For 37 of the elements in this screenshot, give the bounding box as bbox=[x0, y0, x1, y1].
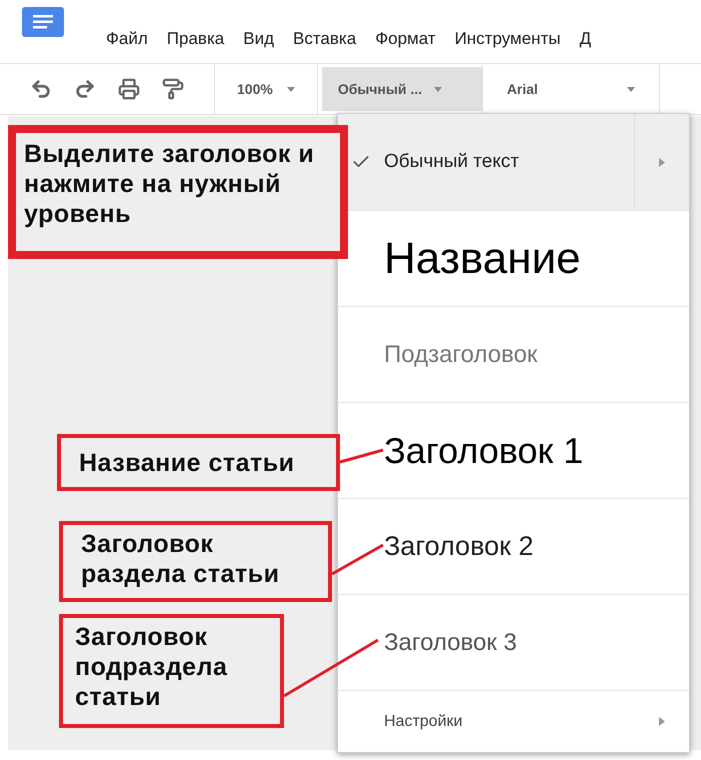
menu-item[interactable]: Инструменты bbox=[454, 26, 561, 51]
paint-format-icon[interactable] bbox=[162, 78, 184, 100]
menu-option[interactable]: Заголовок 2 bbox=[338, 498, 689, 594]
menu-item[interactable]: Д bbox=[580, 26, 592, 51]
menu-option[interactable]: Заголовок 3 bbox=[338, 594, 689, 690]
option-label: Заголовок 1 bbox=[384, 428, 584, 472]
docs-logo-icon[interactable] bbox=[22, 7, 64, 37]
zoom-dropdown[interactable]: 100% bbox=[215, 64, 318, 114]
option-label: Заголовок 2 bbox=[384, 530, 534, 564]
callout-text: Заголовок раздела статьи bbox=[81, 529, 280, 589]
menu-item[interactable]: Файл bbox=[106, 26, 148, 51]
menu-option[interactable]: Обычный текст bbox=[338, 114, 689, 210]
submenu-arrow-icon bbox=[659, 158, 665, 166]
redo-icon[interactable] bbox=[74, 78, 96, 100]
option-label: Подзаголовок bbox=[384, 340, 538, 370]
menu-item[interactable]: Формат bbox=[375, 26, 436, 51]
option-label: Настройки bbox=[384, 712, 464, 732]
print-icon[interactable] bbox=[118, 78, 140, 100]
callout-text: Заголовок подраздела статьи bbox=[75, 622, 228, 712]
menu-option[interactable]: Название bbox=[338, 210, 689, 306]
style-dropdown[interactable]: Обычный ... bbox=[322, 67, 482, 111]
menu-option[interactable]: Настройки bbox=[338, 690, 689, 752]
submenu-arrow-icon bbox=[658, 717, 664, 726]
option-label: Заголовок 3 bbox=[384, 628, 518, 658]
caret-icon bbox=[626, 86, 635, 92]
undo-icon[interactable] bbox=[30, 78, 52, 100]
menu-option[interactable]: Подзаголовок bbox=[338, 306, 689, 402]
menu-item[interactable]: Правка bbox=[166, 26, 224, 51]
callout-text: Название статьи bbox=[79, 448, 296, 478]
menu-item[interactable]: Вставка bbox=[293, 26, 356, 51]
caret-icon bbox=[286, 86, 295, 92]
option-label: Название bbox=[384, 232, 582, 284]
menu-item[interactable]: Вид bbox=[243, 26, 274, 51]
option-label: Обычный текст bbox=[384, 150, 520, 174]
caret-icon bbox=[434, 86, 442, 92]
callout-text: Выделите заголовок и нажмите на нужный уровень bbox=[24, 139, 316, 229]
menu-option[interactable]: Заголовок 1 bbox=[338, 402, 689, 498]
